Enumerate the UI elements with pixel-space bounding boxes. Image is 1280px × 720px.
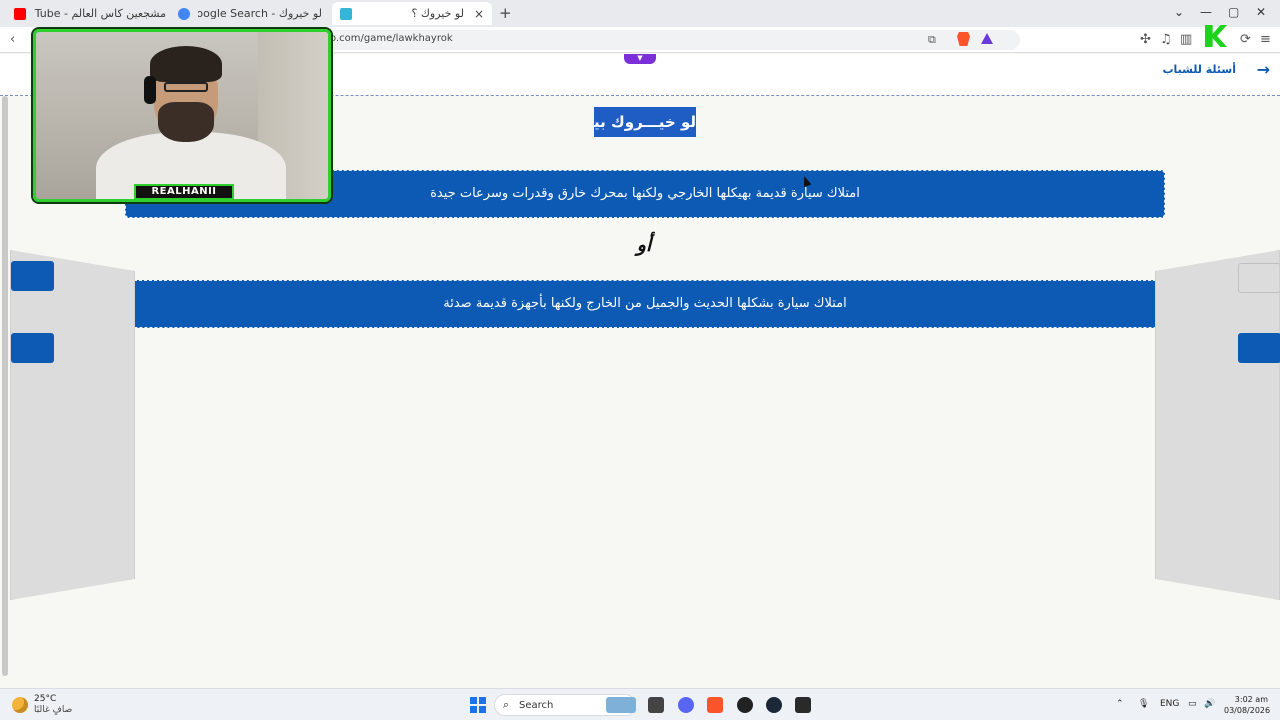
search-label: Search (519, 700, 554, 711)
site-icon (340, 7, 352, 20)
tab-title: لو خيروك ؟ (411, 7, 464, 20)
headset-icon (144, 76, 156, 104)
back-arrow-icon[interactable]: → (1257, 60, 1270, 79)
breadcrumb[interactable]: أسئلة للشباب (1162, 63, 1236, 76)
widgets-icon[interactable] (606, 697, 636, 713)
url-text: o.com/game/lawkhayrok (330, 33, 453, 44)
glasses (164, 82, 208, 92)
streamer-name-label: REALHANII (134, 184, 234, 199)
back-button[interactable]: ‹ (10, 32, 15, 47)
address-bar[interactable]: o.com/game/lawkhayrok ⧉ (300, 30, 1020, 50)
volume-icon[interactable]: 🔊 (1204, 699, 1215, 709)
google-icon (178, 7, 190, 20)
minimize-button[interactable]: — (1200, 5, 1212, 19)
tab-search-icon[interactable]: ⌄ (1174, 5, 1184, 19)
tab-youtube[interactable]: مشجعين كاس العالم - YouTube (6, 2, 174, 25)
panel-button (1238, 333, 1280, 363)
webcam-overlay: REALHANII (33, 29, 331, 202)
extensions-icon[interactable]: ✣ (1140, 32, 1151, 47)
tab-title: مشجعين كاس العالم - YouTube (34, 7, 166, 20)
right-side-panel (1155, 250, 1280, 600)
tab-lawkhayrok[interactable]: لو خيروك ؟ × (332, 2, 492, 25)
streamer-hair (150, 46, 222, 82)
panel-button (1238, 263, 1280, 293)
new-tab-button[interactable]: + (499, 4, 512, 22)
brave-browser-icon[interactable] (707, 697, 723, 713)
tab-title: لو خيروك - Google Search (198, 7, 322, 20)
system-clock[interactable]: 3:02 am 03/08/2026 (1224, 694, 1271, 716)
scrollbar[interactable] (2, 96, 8, 676)
translate-icon[interactable]: ⧉ (928, 33, 936, 47)
close-tab-icon[interactable]: × (474, 7, 484, 21)
steam-icon[interactable] (766, 697, 782, 713)
youtube-icon (14, 7, 26, 20)
weather-icon[interactable] (12, 697, 28, 713)
discord-icon[interactable] (678, 697, 694, 713)
panel-button (11, 261, 54, 291)
microphone-icon[interactable]: 🎙 (1138, 699, 1149, 709)
clock-time: 3:02 am (1234, 695, 1268, 704)
streamer-beard (158, 102, 214, 142)
windows-start-icon[interactable] (470, 697, 486, 713)
media-icon[interactable]: ♫ (1160, 32, 1172, 47)
menu-icon[interactable]: ≡ (1260, 32, 1271, 47)
chevron-up-icon[interactable]: ⌃ (1116, 699, 1124, 709)
weather-temperature: 25°C (34, 694, 57, 704)
rewards-icon[interactable] (981, 33, 993, 44)
language-indicator[interactable]: ENG (1160, 699, 1179, 709)
network-icon[interactable]: ▭ (1188, 699, 1197, 709)
left-side-panel (10, 250, 135, 600)
option-two-button[interactable]: امتلاك سيارة بشكلها الحديث والجميل من ال… (125, 280, 1165, 328)
clock-date: 03/08/2026 (1224, 706, 1271, 715)
page-title: لو خيـــروك بين (594, 107, 696, 137)
tab-google-search[interactable]: لو خيروك - Google Search (170, 2, 330, 25)
search-icon: ⌕ (503, 698, 510, 711)
vpn-icon[interactable]: ⟳ (1240, 32, 1251, 47)
browser-tab-strip: مشجعين كاس العالم - YouTube لو خيروك - G… (0, 0, 1280, 27)
maximize-button[interactable]: ▢ (1228, 5, 1239, 19)
panel-button (11, 333, 54, 363)
or-separator: أو (636, 234, 652, 256)
epic-games-icon[interactable] (795, 697, 811, 713)
windows-taskbar: 25°C صافٍ غالبًا ⌕ Search ⌃ 🎙 ENG ▭ 🔊 3:… (0, 688, 1280, 720)
close-window-button[interactable]: ✕ (1256, 5, 1266, 19)
weather-description: صافٍ غالبًا (34, 705, 73, 715)
dropdown-tab-icon[interactable]: ▼ (624, 54, 656, 64)
file-explorer-icon[interactable] (648, 697, 664, 713)
obs-icon[interactable] (737, 697, 753, 713)
sidebar-icon[interactable]: ▥ (1180, 32, 1192, 47)
